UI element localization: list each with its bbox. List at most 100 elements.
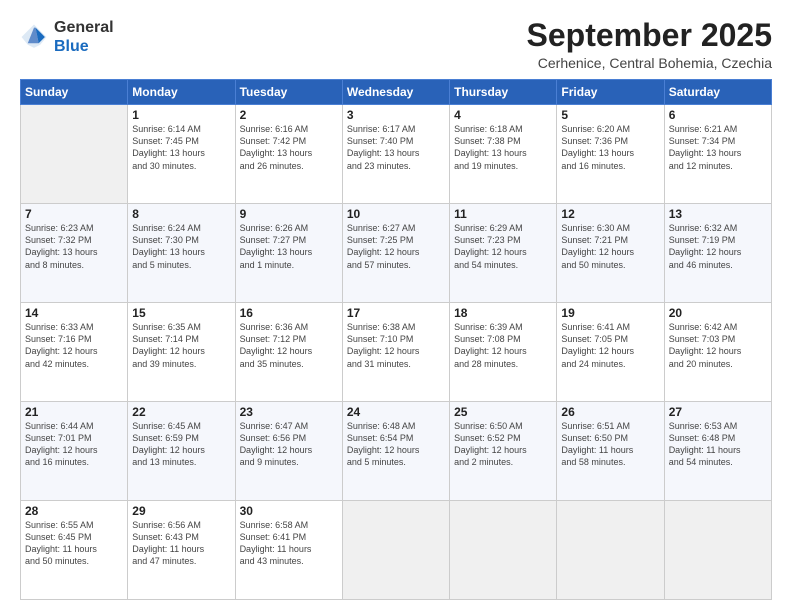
day-number: 11 — [454, 207, 552, 221]
day-info: Sunrise: 6:14 AMSunset: 7:45 PMDaylight:… — [132, 123, 230, 172]
calendar-cell: 14Sunrise: 6:33 AMSunset: 7:16 PMDayligh… — [21, 303, 128, 402]
calendar-cell: 24Sunrise: 6:48 AMSunset: 6:54 PMDayligh… — [342, 402, 449, 501]
title-block: September 2025 Cerhenice, Central Bohemi… — [527, 18, 772, 71]
calendar-cell: 26Sunrise: 6:51 AMSunset: 6:50 PMDayligh… — [557, 402, 664, 501]
calendar-cell — [664, 501, 771, 600]
calendar-cell: 3Sunrise: 6:17 AMSunset: 7:40 PMDaylight… — [342, 105, 449, 204]
day-info: Sunrise: 6:30 AMSunset: 7:21 PMDaylight:… — [561, 222, 659, 271]
day-info: Sunrise: 6:44 AMSunset: 7:01 PMDaylight:… — [25, 420, 123, 469]
day-number: 1 — [132, 108, 230, 122]
day-info: Sunrise: 6:51 AMSunset: 6:50 PMDaylight:… — [561, 420, 659, 469]
calendar-cell: 8Sunrise: 6:24 AMSunset: 7:30 PMDaylight… — [128, 204, 235, 303]
day-number: 27 — [669, 405, 767, 419]
col-wednesday: Wednesday — [342, 80, 449, 105]
calendar-cell: 22Sunrise: 6:45 AMSunset: 6:59 PMDayligh… — [128, 402, 235, 501]
day-number: 23 — [240, 405, 338, 419]
day-info: Sunrise: 6:27 AMSunset: 7:25 PMDaylight:… — [347, 222, 445, 271]
logo-icon — [20, 23, 48, 51]
day-number: 9 — [240, 207, 338, 221]
day-info: Sunrise: 6:53 AMSunset: 6:48 PMDaylight:… — [669, 420, 767, 469]
calendar-cell: 11Sunrise: 6:29 AMSunset: 7:23 PMDayligh… — [450, 204, 557, 303]
day-info: Sunrise: 6:23 AMSunset: 7:32 PMDaylight:… — [25, 222, 123, 271]
day-info: Sunrise: 6:38 AMSunset: 7:10 PMDaylight:… — [347, 321, 445, 370]
calendar-week-3: 14Sunrise: 6:33 AMSunset: 7:16 PMDayligh… — [21, 303, 772, 402]
day-number: 24 — [347, 405, 445, 419]
calendar-body: 1Sunrise: 6:14 AMSunset: 7:45 PMDaylight… — [21, 105, 772, 600]
col-sunday: Sunday — [21, 80, 128, 105]
calendar-cell: 16Sunrise: 6:36 AMSunset: 7:12 PMDayligh… — [235, 303, 342, 402]
day-number: 10 — [347, 207, 445, 221]
calendar-cell: 13Sunrise: 6:32 AMSunset: 7:19 PMDayligh… — [664, 204, 771, 303]
day-number: 2 — [240, 108, 338, 122]
calendar-cell: 28Sunrise: 6:55 AMSunset: 6:45 PMDayligh… — [21, 501, 128, 600]
day-info: Sunrise: 6:39 AMSunset: 7:08 PMDaylight:… — [454, 321, 552, 370]
logo-text: General Blue — [54, 18, 114, 56]
day-number: 25 — [454, 405, 552, 419]
calendar-header: Sunday Monday Tuesday Wednesday Thursday… — [21, 80, 772, 105]
day-number: 7 — [25, 207, 123, 221]
calendar-cell: 7Sunrise: 6:23 AMSunset: 7:32 PMDaylight… — [21, 204, 128, 303]
day-number: 4 — [454, 108, 552, 122]
header-row: Sunday Monday Tuesday Wednesday Thursday… — [21, 80, 772, 105]
calendar-cell: 19Sunrise: 6:41 AMSunset: 7:05 PMDayligh… — [557, 303, 664, 402]
calendar-cell: 15Sunrise: 6:35 AMSunset: 7:14 PMDayligh… — [128, 303, 235, 402]
calendar-cell: 9Sunrise: 6:26 AMSunset: 7:27 PMDaylight… — [235, 204, 342, 303]
calendar-week-5: 28Sunrise: 6:55 AMSunset: 6:45 PMDayligh… — [21, 501, 772, 600]
day-number: 18 — [454, 306, 552, 320]
day-info: Sunrise: 6:48 AMSunset: 6:54 PMDaylight:… — [347, 420, 445, 469]
day-number: 6 — [669, 108, 767, 122]
calendar-cell — [21, 105, 128, 204]
day-number: 16 — [240, 306, 338, 320]
day-number: 14 — [25, 306, 123, 320]
day-number: 5 — [561, 108, 659, 122]
day-info: Sunrise: 6:55 AMSunset: 6:45 PMDaylight:… — [25, 519, 123, 568]
calendar-cell: 30Sunrise: 6:58 AMSunset: 6:41 PMDayligh… — [235, 501, 342, 600]
month-title: September 2025 — [527, 18, 772, 53]
day-info: Sunrise: 6:33 AMSunset: 7:16 PMDaylight:… — [25, 321, 123, 370]
calendar-cell: 23Sunrise: 6:47 AMSunset: 6:56 PMDayligh… — [235, 402, 342, 501]
day-info: Sunrise: 6:41 AMSunset: 7:05 PMDaylight:… — [561, 321, 659, 370]
day-number: 26 — [561, 405, 659, 419]
page: General Blue September 2025 Cerhenice, C… — [0, 0, 792, 612]
day-info: Sunrise: 6:32 AMSunset: 7:19 PMDaylight:… — [669, 222, 767, 271]
day-number: 19 — [561, 306, 659, 320]
day-info: Sunrise: 6:20 AMSunset: 7:36 PMDaylight:… — [561, 123, 659, 172]
day-number: 13 — [669, 207, 767, 221]
day-info: Sunrise: 6:17 AMSunset: 7:40 PMDaylight:… — [347, 123, 445, 172]
day-number: 8 — [132, 207, 230, 221]
calendar-cell — [450, 501, 557, 600]
col-saturday: Saturday — [664, 80, 771, 105]
day-number: 28 — [25, 504, 123, 518]
col-tuesday: Tuesday — [235, 80, 342, 105]
logo-blue: Blue — [54, 37, 114, 56]
calendar-cell: 18Sunrise: 6:39 AMSunset: 7:08 PMDayligh… — [450, 303, 557, 402]
day-number: 20 — [669, 306, 767, 320]
calendar-cell: 21Sunrise: 6:44 AMSunset: 7:01 PMDayligh… — [21, 402, 128, 501]
day-info: Sunrise: 6:58 AMSunset: 6:41 PMDaylight:… — [240, 519, 338, 568]
col-thursday: Thursday — [450, 80, 557, 105]
calendar-cell: 4Sunrise: 6:18 AMSunset: 7:38 PMDaylight… — [450, 105, 557, 204]
calendar-cell — [557, 501, 664, 600]
subtitle: Cerhenice, Central Bohemia, Czechia — [527, 55, 772, 71]
calendar-cell: 6Sunrise: 6:21 AMSunset: 7:34 PMDaylight… — [664, 105, 771, 204]
calendar-cell: 25Sunrise: 6:50 AMSunset: 6:52 PMDayligh… — [450, 402, 557, 501]
calendar-week-2: 7Sunrise: 6:23 AMSunset: 7:32 PMDaylight… — [21, 204, 772, 303]
day-info: Sunrise: 6:18 AMSunset: 7:38 PMDaylight:… — [454, 123, 552, 172]
day-number: 12 — [561, 207, 659, 221]
day-number: 3 — [347, 108, 445, 122]
calendar-cell: 1Sunrise: 6:14 AMSunset: 7:45 PMDaylight… — [128, 105, 235, 204]
calendar-cell: 29Sunrise: 6:56 AMSunset: 6:43 PMDayligh… — [128, 501, 235, 600]
day-number: 29 — [132, 504, 230, 518]
calendar-week-1: 1Sunrise: 6:14 AMSunset: 7:45 PMDaylight… — [21, 105, 772, 204]
calendar-cell: 5Sunrise: 6:20 AMSunset: 7:36 PMDaylight… — [557, 105, 664, 204]
day-number: 15 — [132, 306, 230, 320]
day-info: Sunrise: 6:45 AMSunset: 6:59 PMDaylight:… — [132, 420, 230, 469]
day-info: Sunrise: 6:16 AMSunset: 7:42 PMDaylight:… — [240, 123, 338, 172]
calendar-cell: 20Sunrise: 6:42 AMSunset: 7:03 PMDayligh… — [664, 303, 771, 402]
day-info: Sunrise: 6:47 AMSunset: 6:56 PMDaylight:… — [240, 420, 338, 469]
day-info: Sunrise: 6:35 AMSunset: 7:14 PMDaylight:… — [132, 321, 230, 370]
day-info: Sunrise: 6:24 AMSunset: 7:30 PMDaylight:… — [132, 222, 230, 271]
header: General Blue September 2025 Cerhenice, C… — [20, 18, 772, 71]
day-info: Sunrise: 6:50 AMSunset: 6:52 PMDaylight:… — [454, 420, 552, 469]
day-info: Sunrise: 6:42 AMSunset: 7:03 PMDaylight:… — [669, 321, 767, 370]
